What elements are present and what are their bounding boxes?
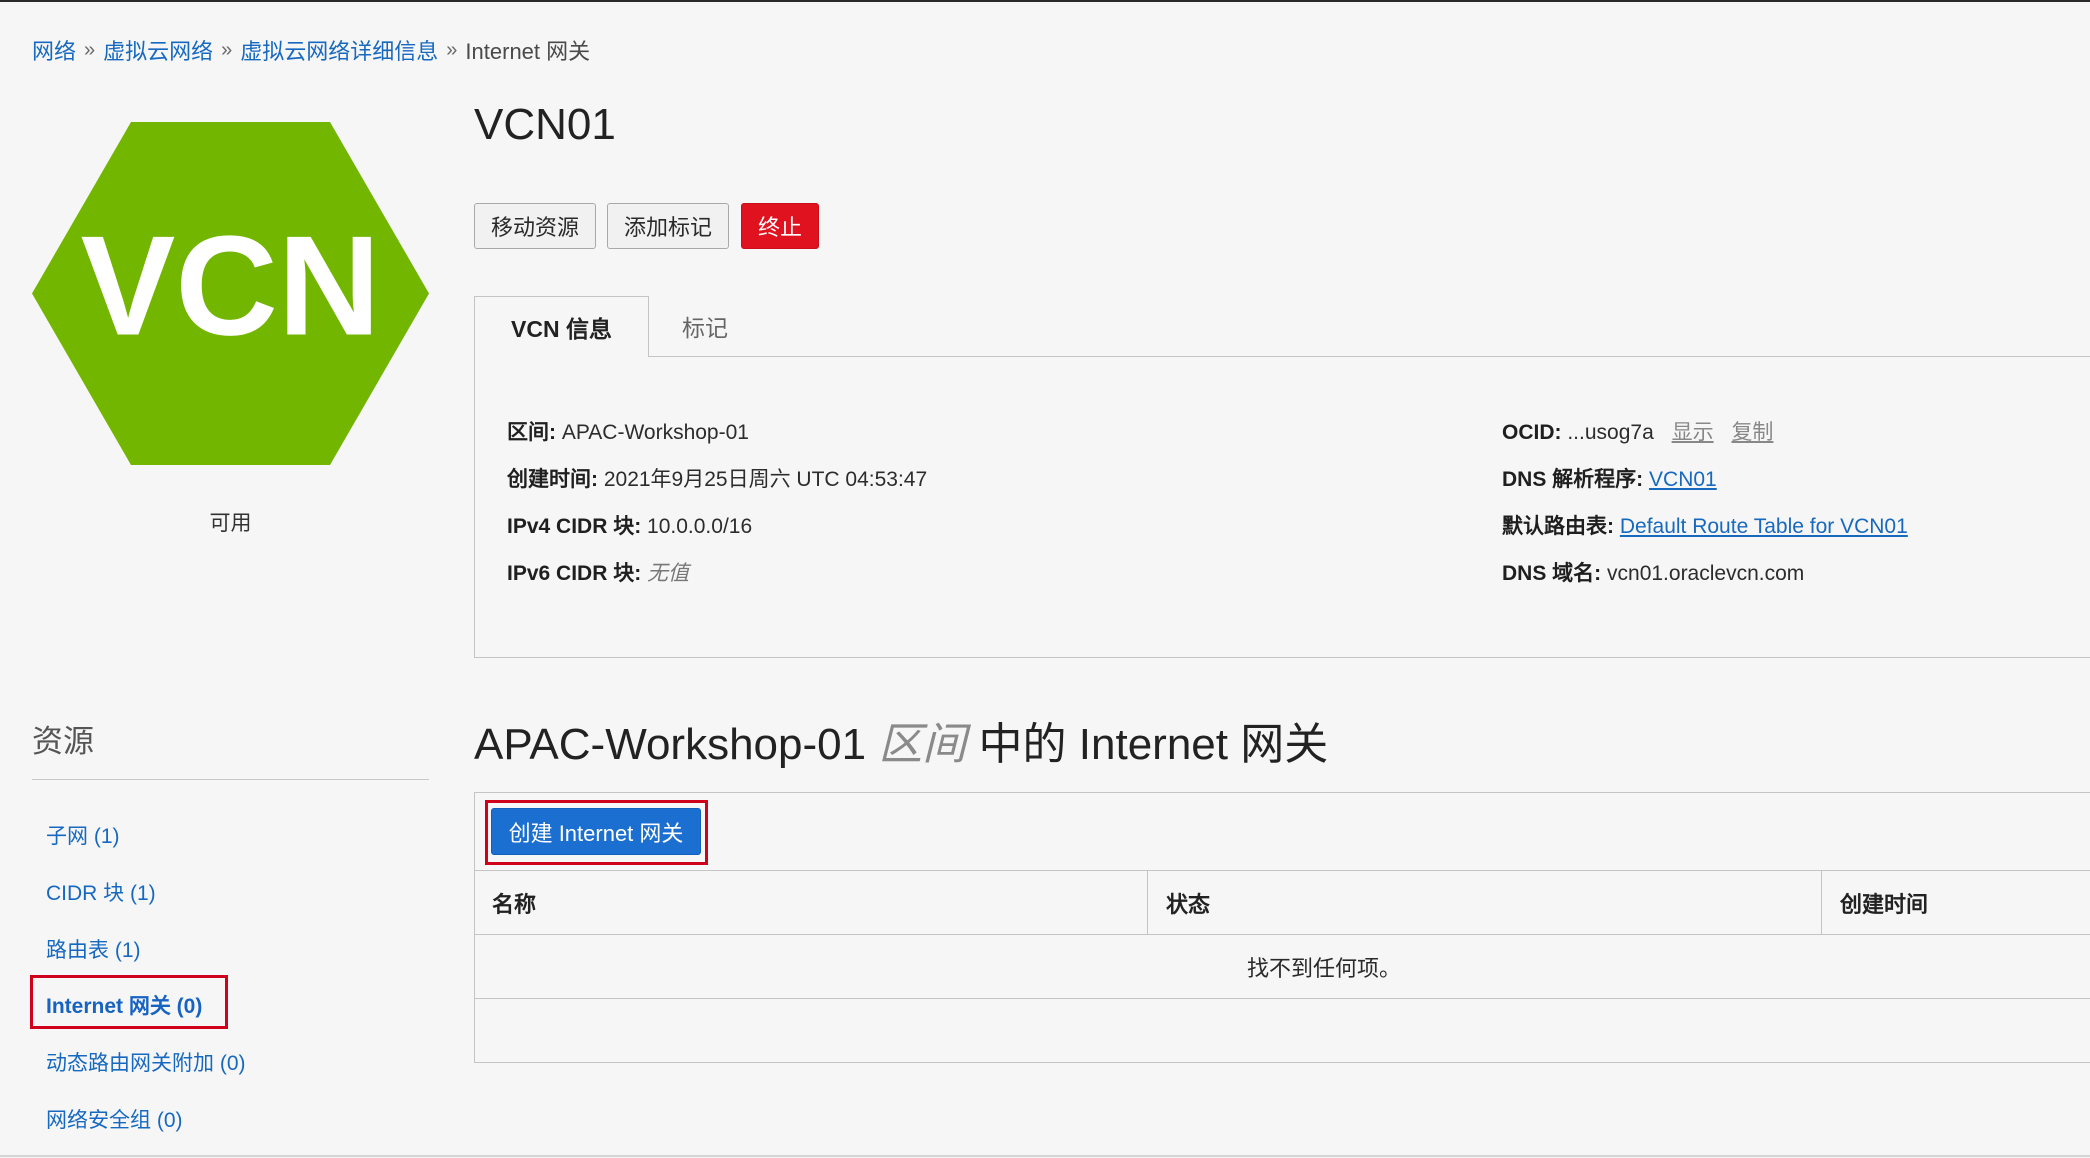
dns-domain-value: vcn01.oraclevcn.com xyxy=(1607,562,1805,585)
sidebar-item-network-security-groups[interactable]: 网络安全组 (0) xyxy=(46,1104,183,1134)
ipv6-cidr-field: IPv6 CIDR 块: 无值 xyxy=(507,557,689,587)
ipv6-cidr-label: IPv6 CIDR 块: xyxy=(507,562,642,585)
default-route-table-label: 默认路由表: xyxy=(1502,515,1614,538)
bottom-border xyxy=(0,1155,2090,1157)
dns-domain-field: DNS 域名: vcn01.oraclevcn.com xyxy=(1502,557,1804,587)
tab-vcn-information[interactable]: VCN 信息 xyxy=(474,296,649,357)
breadcrumb-vcn-details[interactable]: 虚拟云网络详细信息 xyxy=(240,34,438,66)
vcn-hexagon-icon: VCN xyxy=(32,122,429,465)
created-label: 创建时间: xyxy=(507,468,598,491)
compartment-field: 区间: APAC-Workshop-01 xyxy=(507,416,749,446)
lifecycle-status: 可用 xyxy=(209,512,252,535)
default-route-table-link[interactable]: Default Route Table for VCN01 xyxy=(1620,515,1908,538)
column-header-state[interactable]: 状态 xyxy=(1147,871,1821,934)
compartment-value: APAC-Workshop-01 xyxy=(561,421,749,444)
create-internet-gateway-button[interactable]: 创建 Internet 网关 xyxy=(491,808,701,855)
breadcrumb-vcn-list[interactable]: 虚拟云网络 xyxy=(103,34,213,66)
default-route-table-field: 默认路由表: Default Route Table for VCN01 xyxy=(1502,510,1908,540)
table-header-row: 名称 状态 创建时间 xyxy=(474,870,2090,935)
breadcrumb-separator: » xyxy=(221,38,233,61)
column-header-created[interactable]: 创建时间 xyxy=(1821,871,2090,934)
tab-tags[interactable]: 标记 xyxy=(650,296,760,356)
sidebar-item-subnets[interactable]: 子网 (1) xyxy=(46,820,120,850)
column-header-name[interactable]: 名称 xyxy=(474,871,1147,934)
dns-domain-label: DNS 域名: xyxy=(1502,562,1602,585)
ipv4-cidr-label: IPv4 CIDR 块: xyxy=(507,515,642,538)
top-border xyxy=(0,0,2090,2)
sidebar-item-internet-gateways[interactable]: Internet 网关 (0) xyxy=(46,990,202,1020)
vcn-logo-text: VCN xyxy=(81,207,381,366)
add-tags-button[interactable]: 添加标记 xyxy=(607,203,729,249)
dns-resolver-label: DNS 解析程序: xyxy=(1502,468,1644,491)
vcn-info-panel xyxy=(474,356,2090,658)
section-title-suffix: 中的 Internet 网关 xyxy=(978,720,1329,769)
compartment-label: 区间: xyxy=(507,421,556,444)
sidebar-item-drg-attachments[interactable]: 动态路由网关附加 (0) xyxy=(46,1047,246,1077)
created-field: 创建时间: 2021年9月25日周六 UTC 04:53:47 xyxy=(507,463,927,493)
sidebar-item-cidr-blocks[interactable]: CIDR 块 (1) xyxy=(46,877,156,907)
ipv6-cidr-value: 无值 xyxy=(647,562,690,585)
ocid-field: OCID: ...usog7a 显示 复制 xyxy=(1502,416,1773,446)
ocid-copy-link[interactable]: 复制 xyxy=(1731,421,1773,444)
breadcrumb-separator: » xyxy=(446,38,458,61)
move-resource-button[interactable]: 移动资源 xyxy=(474,203,596,249)
breadcrumb-networking[interactable]: 网络 xyxy=(32,34,76,66)
breadcrumb-separator: » xyxy=(84,38,96,61)
sidebar-item-route-tables[interactable]: 路由表 (1) xyxy=(46,934,141,964)
breadcrumb: 网络 » 虚拟云网络 » 虚拟云网络详细信息 » Internet 网关 xyxy=(32,34,590,66)
page-title: VCN01 xyxy=(474,100,616,149)
ipv4-cidr-value: 10.0.0.0/16 xyxy=(647,515,753,538)
dns-resolver-link[interactable]: VCN01 xyxy=(1649,468,1717,491)
resources-divider xyxy=(32,779,429,780)
dns-resolver-field: DNS 解析程序: VCN01 xyxy=(1502,463,1717,493)
ocid-label: OCID: xyxy=(1502,421,1562,444)
empty-message: 找不到任何项。 xyxy=(1246,955,1401,981)
section-title: APAC-Workshop-01 区间 中的 Internet 网关 xyxy=(474,708,1328,772)
ipv4-cidr-field: IPv4 CIDR 块: 10.0.0.0/16 xyxy=(507,510,752,540)
terminate-button[interactable]: 终止 xyxy=(741,203,819,249)
section-title-scope: 区间 xyxy=(878,720,967,769)
ocid-show-link[interactable]: 显示 xyxy=(1672,421,1714,444)
created-value: 2021年9月25日周六 UTC 04:53:47 xyxy=(603,468,928,491)
table-empty-row: 找不到任何项。 xyxy=(474,935,2090,999)
breadcrumb-current: Internet 网关 xyxy=(465,39,591,64)
resources-title: 资源 xyxy=(32,724,94,759)
ocid-value: ...usog7a xyxy=(1567,421,1654,444)
section-title-compartment: APAC-Workshop-01 xyxy=(474,720,867,769)
